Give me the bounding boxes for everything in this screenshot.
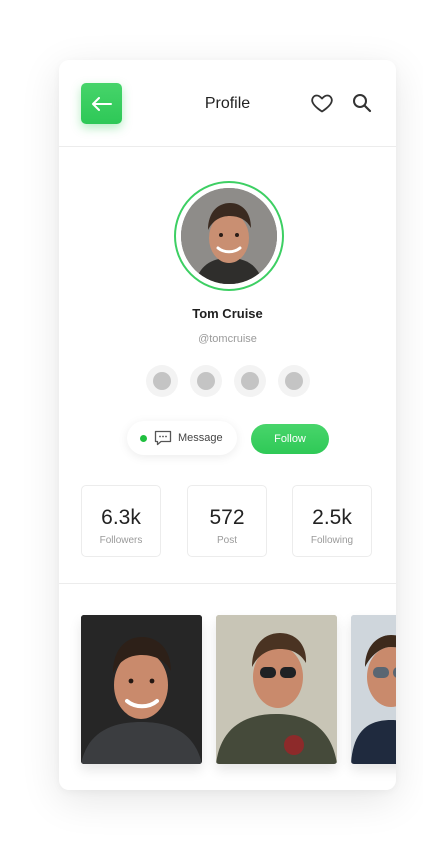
social-icon-2 bbox=[197, 372, 215, 390]
online-status-dot bbox=[140, 434, 147, 442]
social-link-1[interactable] bbox=[146, 365, 178, 397]
page-title: Profile bbox=[204, 95, 251, 112]
follow-button[interactable]: Follow bbox=[251, 424, 329, 454]
social-link-3[interactable] bbox=[234, 365, 266, 397]
profile-handle: @tomcruise bbox=[198, 333, 257, 345]
avatar-ring bbox=[174, 181, 284, 291]
section-divider bbox=[59, 583, 396, 584]
header-bar: Profile bbox=[59, 60, 396, 147]
profile-name: Tom Cruise bbox=[192, 306, 263, 321]
avatar-photo bbox=[181, 188, 277, 284]
gallery-photo-3[interactable] bbox=[351, 615, 396, 764]
avatar[interactable] bbox=[181, 188, 277, 284]
heart-icon[interactable] bbox=[310, 91, 334, 115]
stat-value: 6.3k bbox=[101, 506, 141, 529]
stat-label: Followers bbox=[99, 535, 143, 546]
social-icon-3 bbox=[241, 372, 259, 390]
message-label: Message bbox=[178, 432, 223, 444]
gallery-photo-2[interactable] bbox=[216, 615, 337, 764]
photo-aviator-jacket bbox=[216, 615, 337, 764]
social-link-2[interactable] bbox=[190, 365, 222, 397]
social-link-4[interactable] bbox=[278, 365, 310, 397]
chat-icon bbox=[154, 430, 172, 446]
photo-portrait bbox=[81, 615, 202, 764]
social-icon-1 bbox=[153, 372, 171, 390]
stat-label: Following bbox=[310, 535, 354, 546]
stat-label: Post bbox=[216, 535, 237, 546]
social-links bbox=[146, 365, 310, 397]
message-button[interactable]: Message bbox=[127, 421, 237, 455]
photo-aviator-sunglasses bbox=[351, 615, 396, 764]
stat-value: 572 bbox=[209, 506, 245, 529]
stat-following[interactable]: 2.5k Following bbox=[292, 485, 372, 557]
gallery-photo-1[interactable] bbox=[81, 615, 202, 764]
stat-value: 2.5k bbox=[312, 506, 352, 529]
profile-card: Profile Tom Cruise @tomcruise Message Fo… bbox=[59, 60, 396, 790]
stat-followers[interactable]: 6.3k Followers bbox=[81, 485, 161, 557]
search-icon[interactable] bbox=[350, 91, 374, 115]
social-icon-4 bbox=[285, 372, 303, 390]
stat-posts[interactable]: 572 Post bbox=[187, 485, 267, 557]
